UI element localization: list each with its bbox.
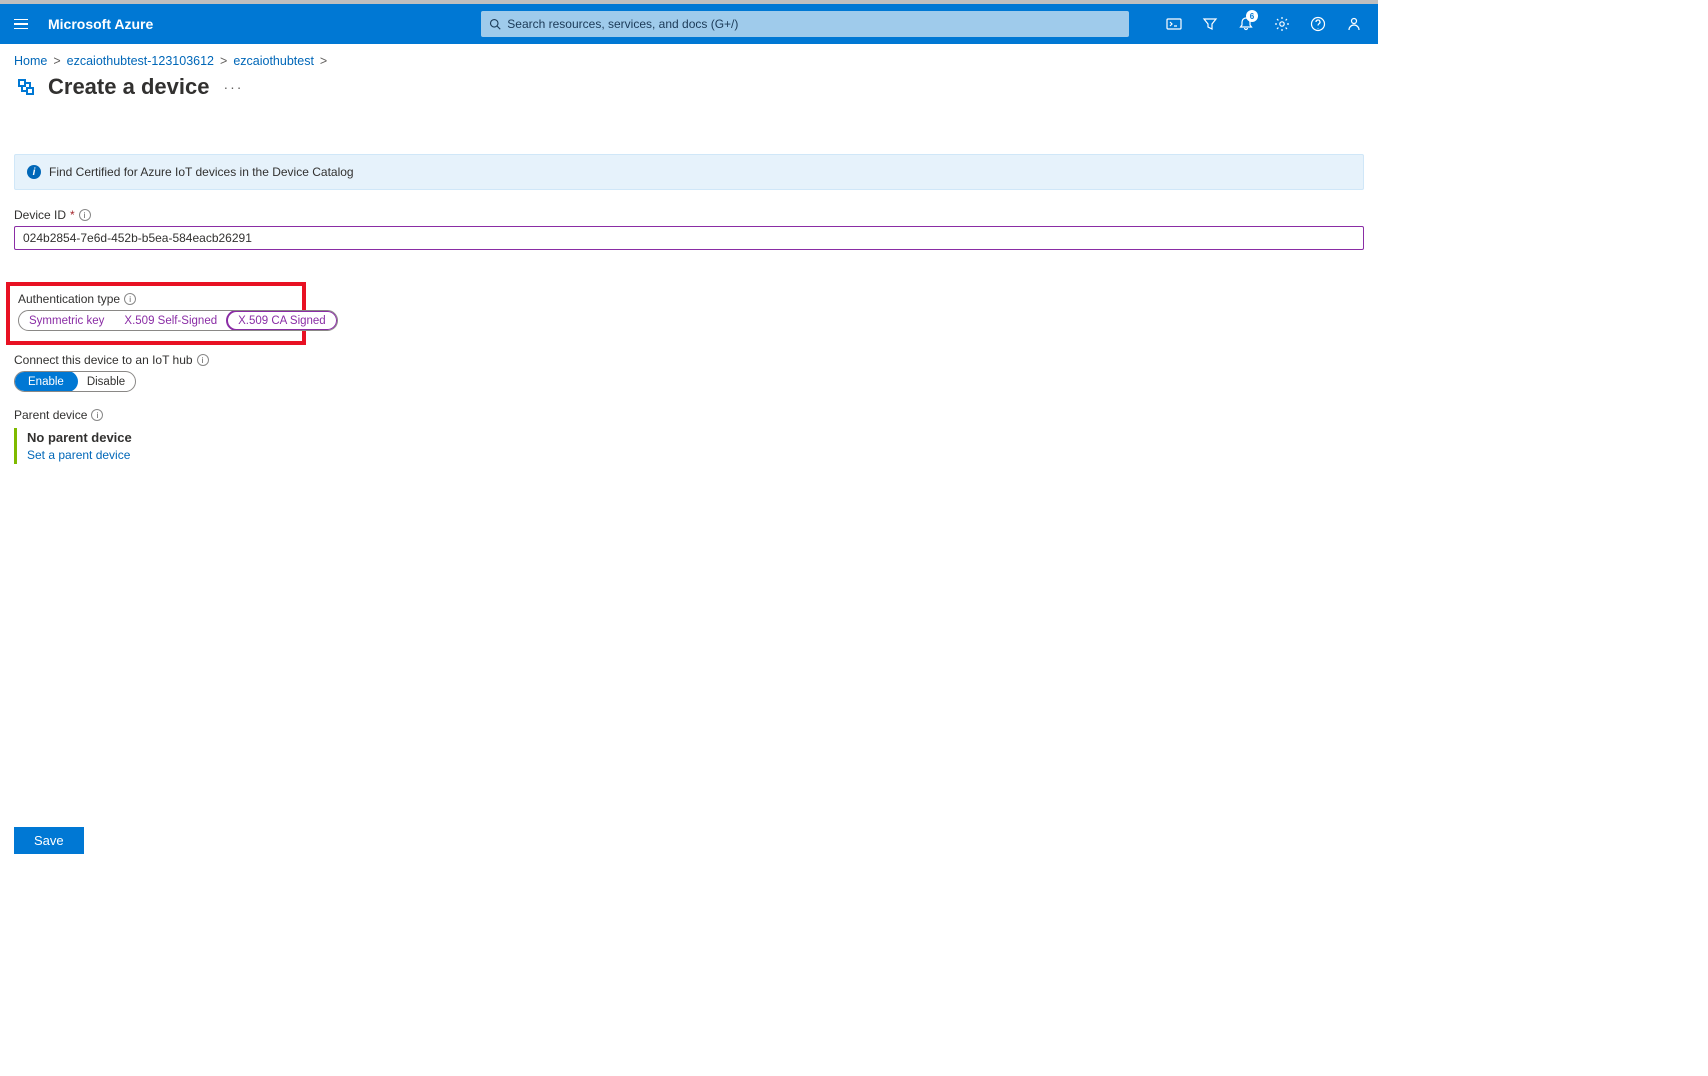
notification-badge: 6 bbox=[1246, 10, 1258, 22]
breadcrumb-sep: > bbox=[220, 54, 227, 68]
auth-symmetric-key[interactable]: Symmetric key bbox=[19, 311, 114, 330]
search-input[interactable] bbox=[507, 17, 1121, 31]
menu-toggle[interactable] bbox=[14, 14, 34, 34]
info-banner-text: Find Certified for Azure IoT devices in … bbox=[49, 165, 354, 179]
breadcrumb-sep: > bbox=[320, 54, 327, 68]
page-title-row: Create a device ··· bbox=[0, 74, 1378, 104]
required-marker: * bbox=[70, 208, 75, 222]
breadcrumb-sep: > bbox=[53, 54, 60, 68]
breadcrumb-home[interactable]: Home bbox=[14, 54, 47, 68]
device-id-label: Device ID * i bbox=[14, 208, 1364, 222]
page-title: Create a device bbox=[48, 74, 209, 100]
cloud-shell-icon[interactable] bbox=[1158, 4, 1190, 44]
connect-toggle: Enable Disable bbox=[14, 371, 136, 392]
settings-icon[interactable] bbox=[1266, 4, 1298, 44]
auth-type-help-icon[interactable]: i bbox=[124, 293, 136, 305]
connect-enable[interactable]: Enable bbox=[14, 371, 78, 392]
breadcrumb-resource-group[interactable]: ezcaiothubtest-123103612 bbox=[67, 54, 214, 68]
connect-help-icon[interactable]: i bbox=[197, 354, 209, 366]
auth-x509-ca-signed[interactable]: X.509 CA Signed bbox=[226, 310, 338, 331]
more-actions-icon[interactable]: ··· bbox=[223, 79, 243, 95]
device-id-input[interactable] bbox=[14, 226, 1364, 250]
parent-device-section: Parent device i No parent device Set a p… bbox=[14, 408, 1364, 464]
header-icon-group: 6 bbox=[1158, 4, 1370, 44]
auth-type-toggle: Symmetric key X.509 Self-Signed X.509 CA… bbox=[18, 310, 338, 331]
brand-label[interactable]: Microsoft Azure bbox=[48, 16, 153, 32]
set-parent-device-link[interactable]: Set a parent device bbox=[27, 448, 130, 462]
parent-device-help-icon[interactable]: i bbox=[91, 409, 103, 421]
breadcrumb-iothub[interactable]: ezcaiothubtest bbox=[233, 54, 314, 68]
auth-type-highlight: Authentication type i Symmetric key X.50… bbox=[6, 282, 306, 345]
save-button[interactable]: Save bbox=[14, 827, 84, 854]
auth-type-label: Authentication type i bbox=[18, 292, 294, 306]
device-icon bbox=[14, 75, 38, 99]
notifications-icon[interactable]: 6 bbox=[1230, 4, 1262, 44]
content-area: i Find Certified for Azure IoT devices i… bbox=[0, 104, 1378, 490]
connect-disable[interactable]: Disable bbox=[77, 372, 135, 391]
info-banner: i Find Certified for Azure IoT devices i… bbox=[14, 154, 1364, 190]
parent-device-label: Parent device i bbox=[14, 408, 1364, 422]
connect-label: Connect this device to an IoT hub i bbox=[14, 353, 1364, 367]
page-footer: Save bbox=[0, 817, 1378, 868]
global-search[interactable] bbox=[481, 11, 1129, 37]
parent-device-box: No parent device Set a parent device bbox=[14, 428, 1364, 464]
device-id-section: Device ID * i bbox=[14, 208, 1364, 266]
global-header: Microsoft Azure 6 bbox=[0, 4, 1378, 44]
parent-device-none: No parent device bbox=[27, 430, 1364, 445]
info-icon: i bbox=[27, 165, 41, 179]
directory-filter-icon[interactable] bbox=[1194, 4, 1226, 44]
device-id-help-icon[interactable]: i bbox=[79, 209, 91, 221]
help-icon[interactable] bbox=[1302, 4, 1334, 44]
search-icon bbox=[489, 18, 501, 30]
auth-x509-self-signed[interactable]: X.509 Self-Signed bbox=[114, 311, 227, 330]
feedback-icon[interactable] bbox=[1338, 4, 1370, 44]
connect-section: Connect this device to an IoT hub i Enab… bbox=[14, 353, 1364, 392]
breadcrumb: Home > ezcaiothubtest-123103612 > ezcaio… bbox=[0, 44, 1378, 74]
